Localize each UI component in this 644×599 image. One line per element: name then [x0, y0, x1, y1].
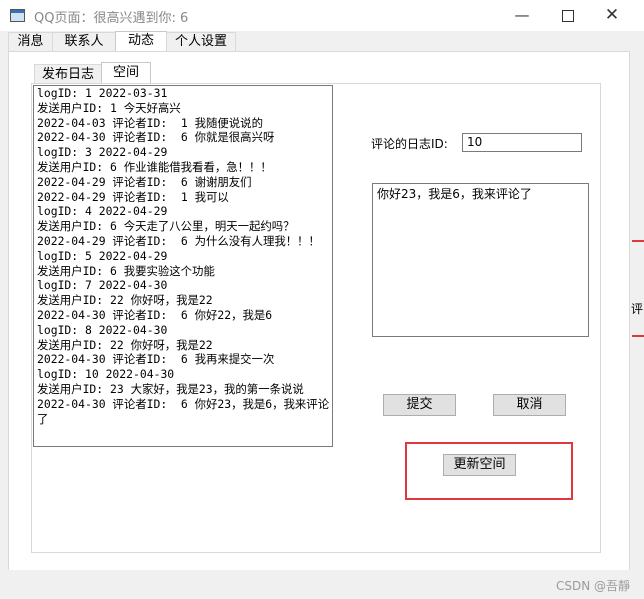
window-title: QQ页面：很高兴遇到你: 6: [34, 11, 189, 26]
cancel-button[interactable]: 取消: [493, 394, 566, 416]
maximize-button[interactable]: [553, 4, 583, 26]
subtab-space[interactable]: 空间: [101, 62, 151, 84]
log-line: logID: 1 2022-03-31: [37, 86, 168, 100]
log-line: logID: 7 2022-04-30: [37, 278, 168, 293]
status-bar: [0, 570, 644, 599]
background-window-edge: [632, 240, 644, 242]
tab-messages[interactable]: 消息: [8, 32, 53, 51]
background-window-edge: [632, 335, 644, 337]
log-line: 2022-04-29 评论者ID: 6 为什么没有人理我！！！: [37, 233, 320, 248]
comment-textarea[interactable]: 你好23，我是6，我来评论了: [372, 183, 589, 337]
watermark: CSDN @吾靜: [555, 579, 630, 593]
log-line: 2022-04-30 评论者ID: 6 你好23，我是6，我来评论了: [37, 396, 330, 426]
log-id-input[interactable]: 10: [462, 133, 582, 152]
log-list[interactable]: logID: 1 2022-03-31 发送用户ID: 1 今天好高兴 2022…: [33, 85, 333, 447]
tab-personal-settings[interactable]: 个人设置: [166, 32, 236, 51]
subtab-publish-log[interactable]: 发布日志: [34, 64, 102, 84]
log-line: 发送用户ID: 6 今天走了八公里，明天一起约吗？: [37, 219, 295, 234]
minimize-button[interactable]: —: [507, 4, 537, 26]
tab-contacts[interactable]: 联系人: [52, 32, 116, 51]
tab-moments[interactable]: 动态: [115, 31, 167, 52]
log-line: 发送用户ID: 22 你好呀，我是22: [37, 337, 213, 352]
log-line: 2022-04-30 评论者ID: 6 我再来提交一次: [37, 352, 275, 367]
background-window-text: 评: [631, 302, 644, 316]
moments-panel: 发布日志 空间 logID: 1 2022-03-31 发送用户ID: 1 今天…: [8, 51, 630, 571]
log-line: logID: 5 2022-04-29: [37, 248, 168, 263]
minimize-icon: —: [514, 6, 530, 24]
log-line: 2022-04-03 评论者ID: 1 我随便说说的: [37, 115, 263, 130]
log-line: 2022-04-29 评论者ID: 1 我可以: [37, 189, 229, 204]
log-id-label: 评论的日志ID:: [371, 137, 448, 151]
log-line: 发送用户ID: 6 我要实验这个功能: [37, 263, 215, 278]
close-icon: ✕: [604, 5, 620, 25]
title-bar: QQ页面：很高兴遇到你: 6 — ✕: [0, 0, 644, 31]
log-line: 2022-04-29 评论者ID: 6 谢谢朋友们: [37, 174, 252, 189]
refresh-space-button[interactable]: 更新空间: [443, 454, 516, 476]
log-line: 发送用户ID: 6 作业谁能借我看看，急！！！: [37, 159, 272, 174]
log-line: 发送用户ID: 1 今天好高兴: [37, 100, 181, 115]
log-line: 2022-04-30 评论者ID: 6 你好22，我是6: [37, 307, 273, 322]
log-line: logID: 4 2022-04-29: [37, 204, 168, 219]
submit-button[interactable]: 提交: [383, 394, 456, 416]
log-line: 发送用户ID: 23 大家好，我是23，我的第一条说说: [37, 381, 304, 396]
close-button[interactable]: ✕: [597, 4, 627, 26]
log-line: 发送用户ID: 22 你好呀，我是22: [37, 293, 213, 308]
log-line: logID: 10 2022-04-30: [37, 367, 175, 382]
log-line: logID: 8 2022-04-30: [37, 322, 168, 337]
log-line: 2022-04-30 评论者ID: 6 你就是很高兴呀: [37, 130, 275, 145]
app-window-icon: [10, 9, 25, 22]
log-line: logID: 3 2022-04-29: [37, 145, 168, 160]
maximize-icon: [562, 10, 574, 22]
